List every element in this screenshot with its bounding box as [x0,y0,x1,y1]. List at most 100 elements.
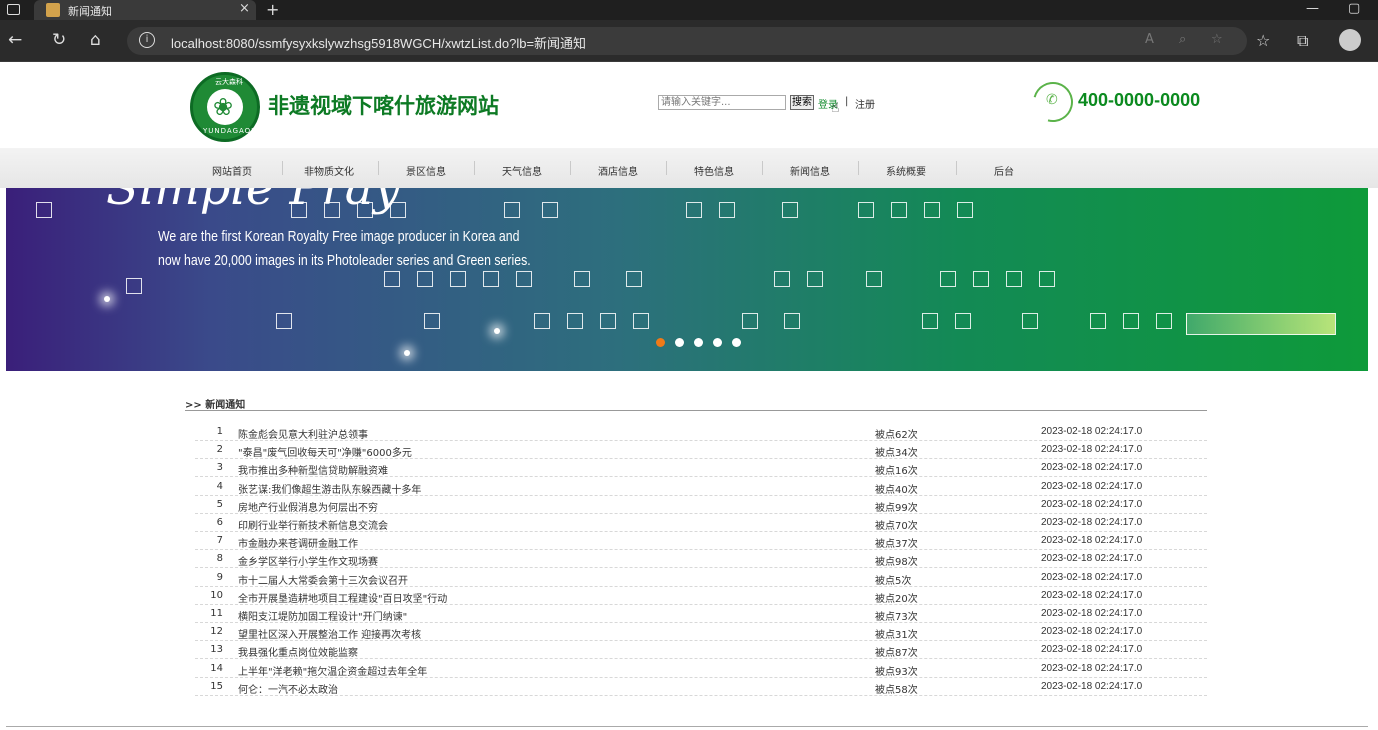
site-info-icon[interactable]: i [139,32,155,48]
browser-tab[interactable]: 新闻通知 × [34,0,256,20]
nav-item-hotels[interactable]: 酒店信息 [598,163,638,178]
nav-item-news[interactable]: 新闻信息 [790,163,830,178]
news-title-link[interactable]: 印刷行业举行新技术新信息交流会 [238,517,388,532]
news-row[interactable]: 15 何仑：一汽不必太政治 被点58次 2023-02-18 02:24:17.0 [195,679,1207,696]
row-number: 15 [210,680,223,692]
nav-item-intangible-culture[interactable]: 非物质文化 [304,163,354,178]
banner-square [626,271,642,287]
favorites-list-icon[interactable]: ☆ [1256,31,1270,50]
new-tab-icon[interactable]: + [266,0,279,19]
nav-item-overview[interactable]: 系统概要 [886,163,926,178]
news-title-link[interactable]: 金乡学区举行小学生作文现场赛 [238,553,378,568]
news-title-link[interactable]: 房地产行业假消息为何层出不穷 [238,499,378,514]
collections-icon[interactable]: ⧉ [1297,31,1308,51]
news-title-link[interactable]: 市金融办来苍调研金融工作 [238,535,358,550]
news-row[interactable]: 2 "泰昌"废气回收每天可"净赚"6000多元 被点34次 2023-02-18 02… [195,442,1207,460]
click-count: 被点87次 [875,648,918,660]
click-count: 被点70次 [875,521,918,532]
row-number: 12 [210,626,223,638]
news-title-link[interactable]: "泰昌"废气回收每天可"净赚"6000多元 [238,444,412,459]
url-field[interactable]: i localhost:8080/ssmfysyxkslywzhsg5918WG… [127,27,1247,55]
back-icon[interactable]: ← [8,30,22,50]
news-title-link[interactable]: 全市开展垦造耕地项目工程建设"百日攻坚"行动 [238,590,447,605]
news-row[interactable]: 1 陈金彪会见意大利驻沪总领事 被点62次 2023-02-18 02:24:17.0 [195,424,1207,441]
read-aloud-icon[interactable]: A [1145,32,1154,47]
news-row[interactable]: 6 印刷行业举行新技术新信息交流会 被点70次 2023-02-18 02:24:17… [195,515,1207,532]
carousel-dot-2[interactable] [675,338,684,347]
click-count: 被点93次 [875,666,918,678]
tab-close-icon[interactable]: × [239,1,250,16]
nav-item-admin[interactable]: 后台 [994,163,1014,178]
search-button[interactable]: 搜索 [790,95,814,110]
restore-icon[interactable]: ▢ [1348,1,1360,16]
news-row[interactable]: 4 张艺谋:我们像超生游击队东躲西藏十多年 被点40次 2023-02-18 02:2… [195,479,1207,496]
news-title-link[interactable]: 陈金彪会见意大利驻沪总领事 [238,426,368,441]
row-number: 5 [216,498,223,510]
banner-square [1090,313,1106,329]
carousel-dot-3[interactable] [694,338,703,347]
nav-item-home[interactable]: 网站首页 [212,163,252,178]
search-input[interactable]: 请输入关键字... [658,95,786,110]
news-row[interactable]: 12 望里社区深入开展整治工作 迎接再次考核 被点31次 2023-02-18 02:… [195,624,1207,642]
banner-square [807,271,823,287]
reload-icon[interactable]: ↻ [52,30,66,50]
news-row[interactable]: 8 金乡学区举行小学生作文现场赛 被点98次 2023-02-18 02:24:17.… [195,551,1207,569]
click-count: 被点62次 [875,430,918,441]
banner-square [417,271,433,287]
banner-square [719,202,735,218]
banner-bar-shape [1186,313,1336,335]
news-row[interactable]: 7 市金融办来苍调研金融工作 被点37次 2023-02-18 02:24:17.0 [195,533,1207,551]
banner-square [774,271,790,287]
news-title-link[interactable]: 市十二届人大常委会第十三次会议召开 [238,572,408,587]
nav-divider [570,161,571,175]
row-number: 10 [210,589,223,601]
carousel-dot-4[interactable] [713,338,722,347]
minimize-icon[interactable]: — [1306,1,1319,16]
site-logo[interactable]: 云大森科 ❀ YUNDAGAOKE [190,72,261,142]
nav-divider [762,161,763,175]
banner-square [858,202,874,218]
news-row[interactable]: 14 上半年"洋老赖"拖欠温企资金超过去年全年 被点93次 2023-02-18 02… [195,661,1207,678]
banner-square [1006,271,1022,287]
news-title-link[interactable]: 张艺谋:我们像超生游击队东躲西藏十多年 [238,481,421,496]
zoom-icon[interactable]: ⌕ [1179,32,1186,47]
news-title-link[interactable]: 上半年"洋老赖"拖欠温企资金超过去年全年 [238,663,427,678]
news-title-link[interactable]: 我市推出多种新型信贷助解融资难 [238,462,388,477]
banner-light [494,328,500,334]
publish-date: 2023-02-18 02:24:17.0 [1041,498,1143,510]
news-title-link[interactable]: 望里社区深入开展整治工作 迎接再次考核 [238,626,421,641]
favorite-icon[interactable]: ☆ [1211,32,1223,47]
news-row[interactable]: 10 全市开展垦造耕地项目工程建设"百日攻坚"行动 被点20次 2023-02-18 … [195,588,1207,605]
click-count: 被点37次 [875,539,918,551]
home-icon[interactable]: ⌂ [90,30,101,50]
nav-item-weather[interactable]: 天气信息 [502,163,542,178]
banner-square [483,271,499,287]
news-title-link[interactable]: 我县强化重点岗位效能监察 [238,644,358,659]
profile-avatar[interactable] [1339,29,1361,51]
row-number: 14 [210,662,223,674]
nav-divider [474,161,475,175]
publish-date: 2023-02-18 02:24:17.0 [1041,571,1143,583]
banner-square [390,202,406,218]
news-row[interactable]: 9 市十二届人大常委会第十三次会议召开 被点5次 2023-02-18 02:24:1… [195,570,1207,587]
banner-line-1: We are the first Korean Royalty Free ima… [158,228,520,245]
carousel-dot-5[interactable] [732,338,741,347]
carousel-dot-1[interactable] [656,338,665,347]
news-row[interactable]: 11 横阳支江堤防加固工程设计"开门纳谏" 被点73次 2023-02-18 02:2… [195,606,1207,623]
banner-square [534,313,550,329]
news-row[interactable]: 13 我县强化重点岗位效能监察 被点87次 2023-02-18 02:24:17.0 [195,642,1207,660]
news-title-link[interactable]: 何仑：一汽不必太政治 [238,681,338,696]
publish-date: 2023-02-18 02:24:17.0 [1041,426,1143,437]
url-text[interactable]: localhost:8080/ssmfysyxkslywzhsg5918WGCH… [171,33,586,52]
nav-item-specialties[interactable]: 特色信息 [694,163,734,178]
nav-item-scenic-spots[interactable]: 景区信息 [406,163,446,178]
banner-square [973,271,989,287]
news-row[interactable]: 5 房地产行业假消息为何层出不穷 被点99次 2023-02-18 02:24:17.… [195,497,1207,514]
register-link[interactable]: 注册 [855,96,875,111]
news-title-link[interactable]: 横阳支江堤防加固工程设计"开门纳谏" [238,608,407,623]
banner-carousel[interactable]: Simple Pray We are the first Korean Roya… [6,188,1368,371]
sidebar-toggle-icon[interactable] [7,4,20,15]
row-number: 4 [216,480,223,492]
news-row[interactable]: 3 我市推出多种新型信贷助解融资难 被点16次 2023-02-18 02:24:17… [195,460,1207,478]
banner-square [782,202,798,218]
